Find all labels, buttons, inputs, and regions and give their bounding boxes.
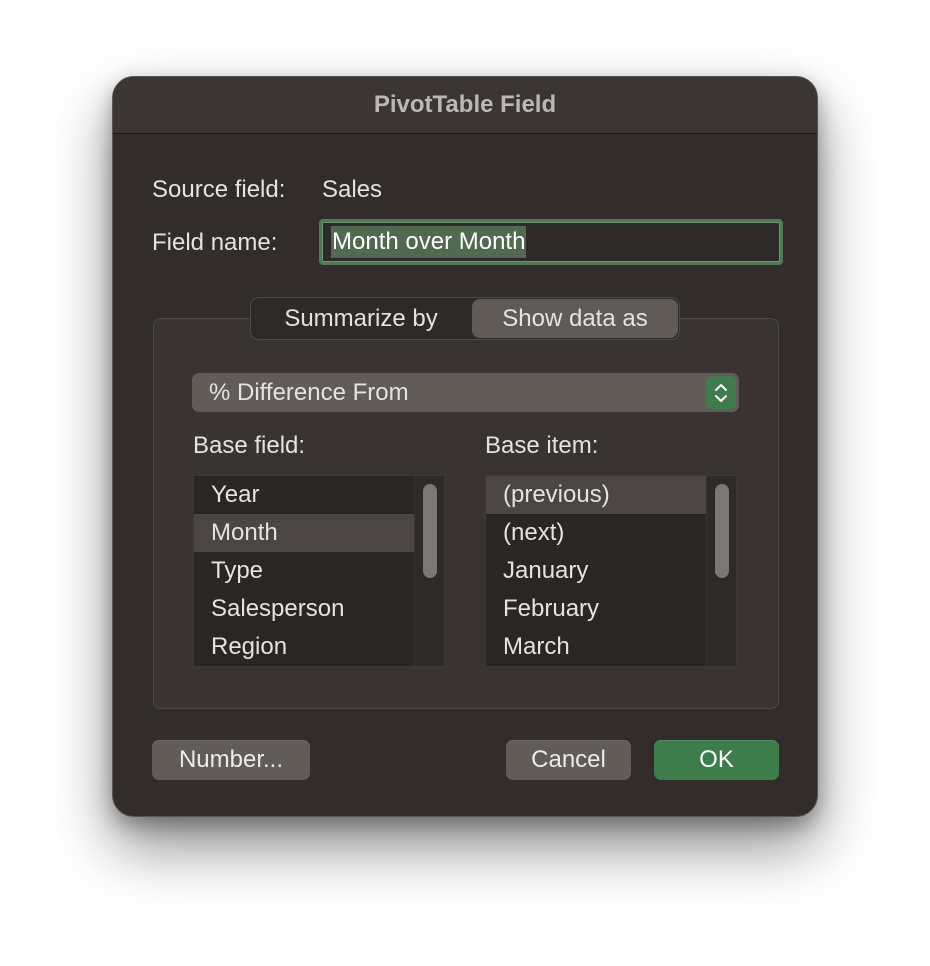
tab-summarize-by[interactable]: Summarize by bbox=[251, 298, 471, 339]
list-item-selected[interactable]: Month bbox=[194, 514, 415, 552]
up-down-chevron-icon[interactable] bbox=[706, 376, 736, 409]
field-name-label: Field name: bbox=[152, 229, 278, 256]
screen: PivotTable Field Source field: Sales Fie… bbox=[0, 0, 930, 966]
list-item[interactable]: (next) bbox=[486, 514, 707, 552]
list-item[interactable]: Type bbox=[194, 552, 415, 590]
list-item[interactable]: Region bbox=[194, 628, 415, 666]
field-name-input[interactable]: Month over Month bbox=[319, 219, 783, 265]
list-item[interactable]: March bbox=[486, 628, 707, 666]
field-name-value: Month over Month bbox=[331, 226, 527, 258]
title-bar[interactable]: PivotTable Field bbox=[113, 77, 817, 134]
list-item[interactable]: Year bbox=[194, 476, 415, 514]
list-item[interactable]: Salesperson bbox=[194, 590, 415, 628]
tab-show-data-as[interactable]: Show data as bbox=[472, 299, 678, 338]
pivottable-field-dialog: PivotTable Field Source field: Sales Fie… bbox=[112, 76, 818, 817]
base-item-label: Base item: bbox=[485, 432, 599, 459]
list-item[interactable]: February bbox=[486, 590, 707, 628]
scrollbar-thumb[interactable] bbox=[715, 484, 729, 578]
dialog-title: PivotTable Field bbox=[373, 91, 557, 118]
scrollbar[interactable] bbox=[414, 476, 444, 666]
source-field-value: Sales bbox=[322, 176, 383, 203]
base-field-list[interactable]: Year Month Type Salesperson Region bbox=[193, 475, 445, 667]
list-item-selected[interactable]: (previous) bbox=[486, 476, 707, 514]
show-data-as-value: % Difference From bbox=[209, 378, 409, 406]
show-data-as-popup[interactable]: % Difference From bbox=[192, 373, 739, 412]
ok-button[interactable]: OK bbox=[654, 740, 779, 780]
source-field-label: Source field: bbox=[152, 176, 286, 203]
scrollbar-thumb[interactable] bbox=[423, 484, 437, 578]
base-field-label: Base field: bbox=[193, 432, 306, 459]
list-item[interactable]: January bbox=[486, 552, 707, 590]
number-format-button[interactable]: Number... bbox=[152, 740, 310, 780]
scrollbar[interactable] bbox=[706, 476, 736, 666]
tab-control: Summarize by Show data as bbox=[250, 297, 680, 340]
cancel-button[interactable]: Cancel bbox=[506, 740, 631, 780]
base-item-list[interactable]: (previous) (next) January February March bbox=[485, 475, 737, 667]
